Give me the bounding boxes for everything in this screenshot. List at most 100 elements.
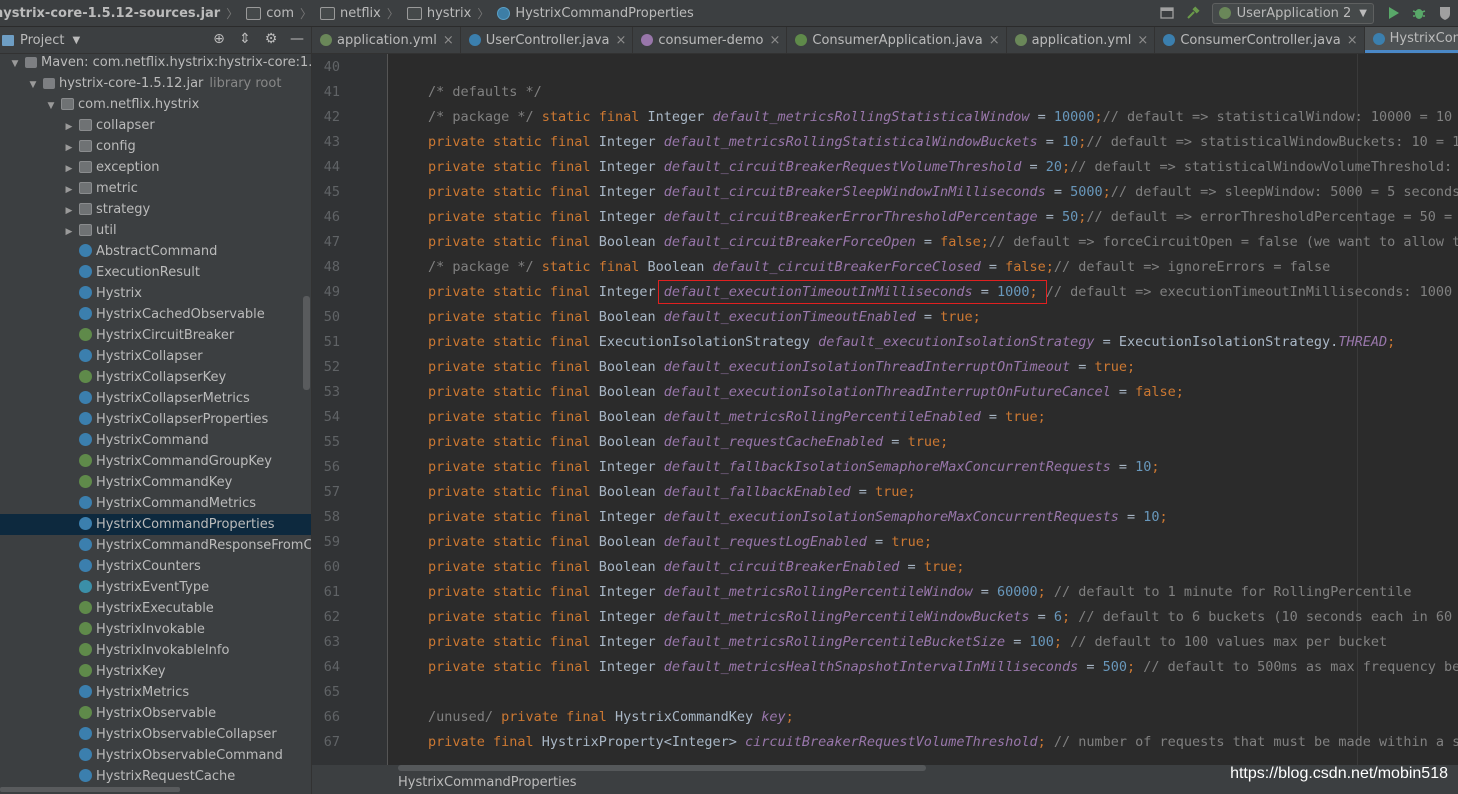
collapse-arrow-icon[interactable]: ▶ [64,159,74,178]
close-icon[interactable]: × [1347,33,1358,48]
tree-item[interactable]: HystrixCollapser [0,346,311,367]
code-line[interactable]: private static final Integer default_met… [312,605,1458,630]
code-line[interactable]: private static final Integer default_cir… [312,205,1458,230]
tree-item[interactable]: ▶ metric [0,178,311,199]
code-line[interactable]: private final HystrixProperty<Integer> c… [312,730,1458,755]
tree-item[interactable]: HystrixExecutable [0,598,311,619]
breadcrumb-item[interactable]: hystrix 〉 [401,5,491,22]
run-configuration-select[interactable]: UserApplication 2 ▼ [1211,2,1374,24]
code-line[interactable]: private static final Boolean default_cir… [312,555,1458,580]
tree-item[interactable]: ▼ com.netflix.hystrix [0,94,311,115]
code-line[interactable]: private static final Boolean default_req… [312,530,1458,555]
editor-tab[interactable]: consumer-demo × [633,27,788,53]
chevron-down-icon[interactable]: ▼ [72,35,80,46]
tree-item[interactable]: HystrixCommandKey [0,472,311,493]
tree-item[interactable]: HystrixObservable [0,703,311,724]
tree-item[interactable]: HystrixCollapserProperties [0,409,311,430]
build-hammer-icon[interactable] [1185,5,1201,21]
coverage-icon[interactable] [1437,5,1453,21]
code-line[interactable]: private static final Integer default_fal… [312,455,1458,480]
code-line[interactable]: private static final Boolean default_exe… [312,305,1458,330]
tree-item[interactable]: HystrixCommandMetrics [0,493,311,514]
editor-tab[interactable]: application.yml × [312,27,461,53]
tree-item[interactable]: HystrixCommandResponseFromCache [0,535,311,556]
tree-item[interactable]: HystrixCounters [0,556,311,577]
expand-arrow-icon[interactable]: ▼ [46,96,56,115]
tree-item[interactable]: HystrixCircuitBreaker [0,325,311,346]
tree-item[interactable]: ▶ exception [0,157,311,178]
code-line[interactable]: private static final Boolean default_met… [312,405,1458,430]
code-line[interactable]: private static final Integer default_met… [312,580,1458,605]
expand-arrow-icon[interactable]: ▼ [10,54,20,73]
tree-item[interactable]: ▼ Maven: com.netflix.hystrix:hystrix-core… [0,52,311,73]
editor-tab[interactable]: HystrixCommandProperti [1364,27,1458,53]
code-line[interactable]: private static final Boolean default_fal… [312,480,1458,505]
code-line[interactable]: private static final Boolean default_exe… [312,380,1458,405]
code-line[interactable]: private static final Boolean default_cir… [312,230,1458,255]
close-icon[interactable]: × [769,33,780,48]
tree-item[interactable]: ▶ collapser [0,115,311,136]
code-line[interactable]: /* package */ static final Boolean defau… [312,255,1458,280]
code-line[interactable]: private static final ExecutionIsolationS… [312,330,1458,355]
code-line[interactable]: /* package */ static final Integer defau… [312,105,1458,130]
code-line[interactable]: private static final Integer default_met… [312,655,1458,680]
debug-icon[interactable] [1411,5,1427,21]
expand-arrow-icon[interactable]: ▼ [28,75,38,94]
tree-item[interactable]: HystrixCommandProperties [0,514,311,535]
breadcrumb-item[interactable]: hystrix-core-1.5.12-sources.jar 〉 [0,5,240,22]
minimize-icon[interactable]: — [289,31,305,47]
tree-item[interactable]: HystrixCachedObservable [0,304,311,325]
project-view-select[interactable]: Project [20,33,64,48]
code-line[interactable] [312,680,1458,705]
code-line[interactable] [312,55,1458,80]
code-line[interactable]: private static final Integer default_cir… [312,180,1458,205]
breadcrumb-item[interactable]: HystrixCommandProperties [491,6,694,21]
tree-item[interactable]: ExecutionResult [0,262,311,283]
editor-tab[interactable]: ConsumerApplication.java × [787,27,1007,53]
collapse-all-icon[interactable]: ⇕ [237,31,253,47]
tree-item[interactable]: HystrixKey [0,661,311,682]
close-icon[interactable]: × [1137,33,1148,48]
tree-item[interactable]: HystrixMetrics [0,682,311,703]
horizontal-scrollbar[interactable] [398,765,926,771]
code-line[interactable]: private static final Integer default_cir… [312,155,1458,180]
breadcrumb-item[interactable]: com 〉 [240,5,314,22]
breadcrumb-item[interactable]: netflix 〉 [314,5,401,22]
tree-item[interactable]: ▶ strategy [0,199,311,220]
locate-icon[interactable]: ⊕ [211,31,227,47]
code-line[interactable]: private static final Integer default_met… [312,130,1458,155]
close-icon[interactable]: × [989,33,1000,48]
tree-item[interactable]: HystrixEventType [0,577,311,598]
code-line[interactable]: private static final Boolean default_req… [312,430,1458,455]
tree-item[interactable]: HystrixCollapserMetrics [0,388,311,409]
collapse-arrow-icon[interactable]: ▶ [64,222,74,241]
tree-item[interactable]: ▶ util [0,220,311,241]
project-scrollbar[interactable] [303,296,310,390]
code-line[interactable]: private static final Integer default_exe… [312,505,1458,530]
tree-item[interactable]: HystrixCommand [0,430,311,451]
tree-item[interactable]: ▶ config [0,136,311,157]
tree-item[interactable]: HystrixInvokable [0,619,311,640]
code-line[interactable]: private static final Integer default_met… [312,630,1458,655]
code-line[interactable]: private static final Boolean default_exe… [312,355,1458,380]
collapse-arrow-icon[interactable]: ▶ [64,138,74,157]
tree-item[interactable]: HystrixCollapserKey [0,367,311,388]
collapse-arrow-icon[interactable]: ▶ [64,180,74,199]
tree-item[interactable]: HystrixInvokableInfo [0,640,311,661]
layout-icon[interactable] [1159,5,1175,21]
gear-icon[interactable]: ⚙ [263,31,279,47]
project-horizontal-scrollbar[interactable] [0,787,180,792]
editor-tab[interactable]: UserController.java × [461,27,634,53]
tree-item[interactable]: HystrixRequestCache [0,766,311,787]
tree-item[interactable]: ▼ hystrix-core-1.5.12.jar library root [0,73,311,94]
collapse-arrow-icon[interactable]: ▶ [64,201,74,220]
tree-item[interactable]: HystrixCommandGroupKey [0,451,311,472]
run-icon[interactable] [1385,5,1401,21]
tree-item[interactable]: HystrixObservableCollapser [0,724,311,745]
tree-item[interactable]: Hystrix [0,283,311,304]
tree-item[interactable]: AbstractCommand [0,241,311,262]
code-editor[interactable]: 40 41 42 43 44 45 46 47 48 49 50 51 52 53 54 55 56 57 58 59… [312,54,1458,765]
code-line[interactable]: /* defaults */ [312,80,1458,105]
code-line[interactable]: /unused/ private final HystrixCommandKey… [312,705,1458,730]
editor-tab[interactable]: application.yml × [1007,27,1156,53]
